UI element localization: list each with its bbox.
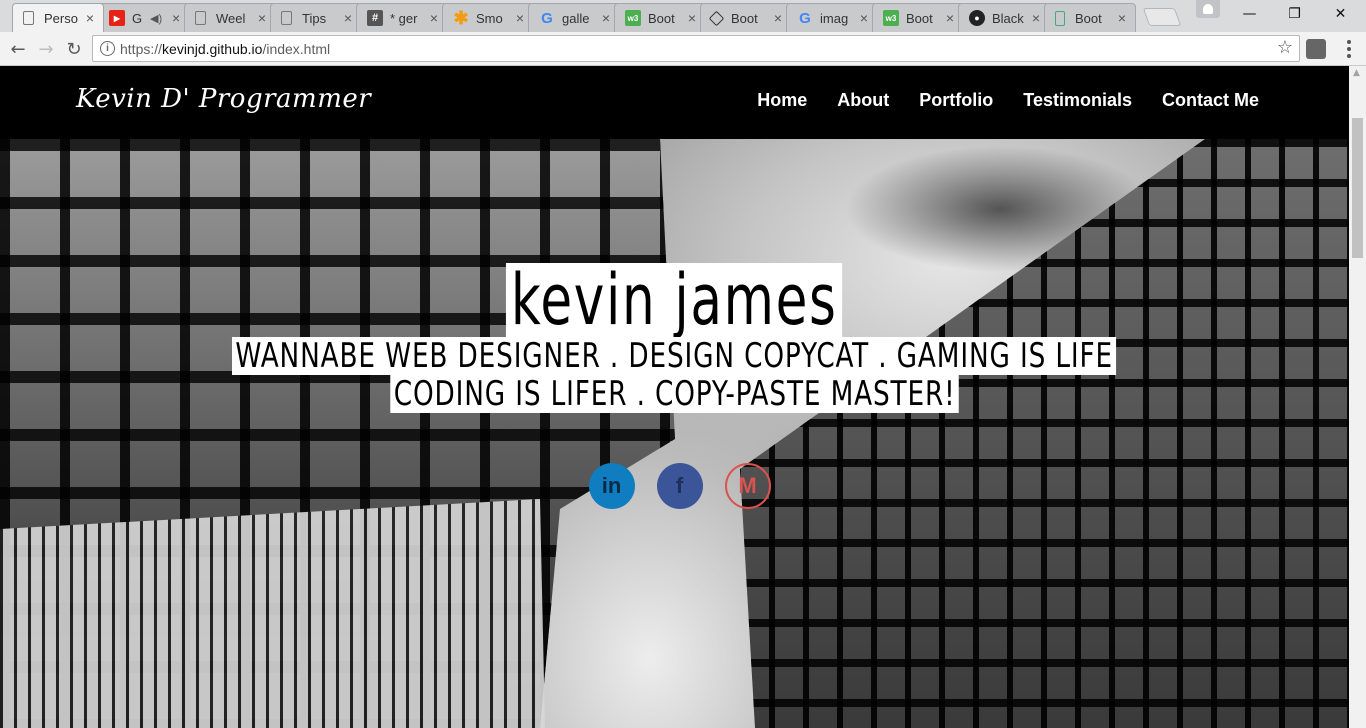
page-viewport: Kevin D' Programmer Home About Portfolio…: [0, 66, 1349, 728]
back-button[interactable]: ←: [5, 36, 31, 62]
hero-section: kevin james wannabe web designer . desig…: [0, 139, 1349, 728]
scrollbar-thumb[interactable]: [1352, 118, 1363, 258]
close-icon[interactable]: ×: [685, 11, 699, 25]
tab-title: imag: [820, 10, 849, 26]
close-icon[interactable]: ×: [513, 11, 527, 25]
close-icon[interactable]: ×: [341, 11, 355, 25]
close-icon[interactable]: ×: [83, 11, 97, 25]
facebook-icon[interactable]: f: [656, 463, 703, 509]
tab-generator[interactable]: # * ger ×: [356, 3, 448, 32]
asterisk-icon: ✱: [453, 7, 469, 28]
bookmark-star-icon[interactable]: ☆: [1277, 37, 1293, 58]
linkedin-icon[interactable]: in: [588, 463, 635, 509]
google-icon: G: [541, 9, 553, 27]
site-nav: Home About Portfolio Testimonials Contac…: [757, 90, 1259, 111]
tab-images[interactable]: G imag ×: [786, 3, 878, 32]
tab-title: Tips: [302, 10, 327, 26]
close-icon[interactable]: ×: [255, 11, 269, 25]
tab-title: G: [132, 10, 143, 26]
google-icon: G: [799, 9, 811, 27]
tab-youtube[interactable]: ▶ G ◀) ×: [98, 3, 190, 32]
url-host: kevinjd.github.io: [162, 41, 263, 57]
url-path: /index.html: [262, 41, 331, 57]
reload-icon: ↻: [66, 38, 82, 60]
tab-title: Boot: [648, 10, 675, 26]
tab-title: Boot: [1075, 10, 1102, 26]
tab-bootstrap-codepen[interactable]: Boot ×: [700, 3, 792, 32]
tab-weekly[interactable]: Weel ×: [184, 3, 276, 32]
tab-github[interactable]: ● Black ×: [958, 3, 1050, 32]
social-links: in f M: [0, 463, 1349, 509]
user-icon: [1203, 4, 1213, 14]
reload-button[interactable]: ↻: [61, 36, 87, 62]
extension-icon[interactable]: [1306, 39, 1326, 59]
github-icon: ●: [969, 10, 985, 26]
tab-smooth[interactable]: ✱ Smo ×: [442, 3, 534, 32]
tab-personal[interactable]: Perso ×: [12, 3, 104, 32]
tab-title: Black: [992, 10, 1024, 26]
page-scrollbar[interactable]: ▲: [1349, 66, 1366, 728]
gmail-icon[interactable]: M: [724, 463, 771, 509]
hero-text: kevin james wannabe web designer . desig…: [0, 263, 1349, 413]
tab-tips[interactable]: Tips ×: [270, 3, 362, 32]
tab-title: * ger: [390, 10, 418, 26]
close-icon[interactable]: ×: [1029, 11, 1043, 25]
nav-about[interactable]: About: [837, 90, 889, 111]
nav-testimonials[interactable]: Testimonials: [1023, 90, 1132, 111]
hero-name: kevin james: [506, 263, 843, 337]
tab-title: Boot: [906, 10, 933, 26]
minimize-button[interactable]: —: [1227, 0, 1272, 28]
tab-title: Smo: [476, 10, 503, 26]
site-brand[interactable]: Kevin D' Programmer: [76, 84, 371, 114]
youtube-icon: ▶: [109, 10, 125, 26]
close-window-button[interactable]: ✕: [1318, 0, 1363, 28]
page-icon: [195, 11, 206, 25]
arrow-right-icon: →: [38, 38, 54, 60]
w3schools-icon: w3: [625, 10, 641, 26]
close-icon[interactable]: ×: [771, 11, 785, 25]
close-icon[interactable]: ×: [169, 11, 183, 25]
new-tab-button[interactable]: [1142, 8, 1182, 26]
tab-strip: Perso × ▶ G ◀) × Weel × Tips × # * ger ×…: [0, 0, 1366, 32]
tab-bootstrap-w3-2[interactable]: w3 Boot ×: [872, 3, 964, 32]
tab-title: galle: [562, 10, 590, 26]
page-icon: [281, 11, 292, 25]
tab-title: Perso: [44, 10, 78, 26]
tab-gallery[interactable]: G galle ×: [528, 3, 620, 32]
close-icon[interactable]: ×: [427, 11, 441, 25]
hero-background-building-right: [740, 139, 1349, 728]
nav-contact[interactable]: Contact Me: [1162, 90, 1259, 111]
info-icon[interactable]: i: [100, 41, 115, 56]
browser-menu-icon[interactable]: [1340, 38, 1358, 60]
hero-subtitle-line2: coding is lifer . copy-paste master!: [390, 375, 959, 413]
address-bar[interactable]: i https://kevinjd.github.io/index.html ☆: [92, 35, 1300, 62]
url-scheme: https://: [120, 41, 163, 57]
tab-bootstrap-w3[interactable]: w3 Boot ×: [614, 3, 706, 32]
tab-bootstrap-mobile[interactable]: Boot ×: [1044, 3, 1136, 32]
close-icon[interactable]: ×: [857, 11, 871, 25]
audio-icon: ◀): [150, 12, 163, 25]
nav-portfolio[interactable]: Portfolio: [919, 90, 993, 111]
maximize-button[interactable]: ❐: [1272, 0, 1317, 28]
profile-button[interactable]: [1196, 0, 1220, 18]
hash-icon: #: [367, 10, 383, 26]
page-icon: [23, 11, 34, 25]
close-icon[interactable]: ×: [1115, 11, 1129, 25]
hero-subtitle-line1: wannabe web designer . design copycat . …: [232, 337, 1117, 375]
url-text[interactable]: https://kevinjd.github.io/index.html: [120, 41, 330, 57]
arrow-left-icon: ←: [10, 38, 26, 60]
site-navbar: Kevin D' Programmer Home About Portfolio…: [0, 66, 1349, 139]
close-icon[interactable]: ×: [599, 11, 613, 25]
mobile-icon: [1055, 10, 1065, 26]
forward-button[interactable]: →: [33, 36, 59, 62]
hero-background-building-front: [0, 499, 545, 728]
w3schools-icon: w3: [883, 10, 899, 26]
close-icon[interactable]: ×: [943, 11, 957, 25]
scroll-up-arrow-icon[interactable]: ▲: [1353, 68, 1360, 78]
codepen-icon: [708, 10, 725, 26]
tab-title: Weel: [216, 10, 246, 26]
tab-title: Boot: [731, 10, 758, 26]
nav-home[interactable]: Home: [757, 90, 807, 111]
browser-toolbar: ← → ↻ i https://kevinjd.github.io/index.…: [0, 32, 1366, 66]
